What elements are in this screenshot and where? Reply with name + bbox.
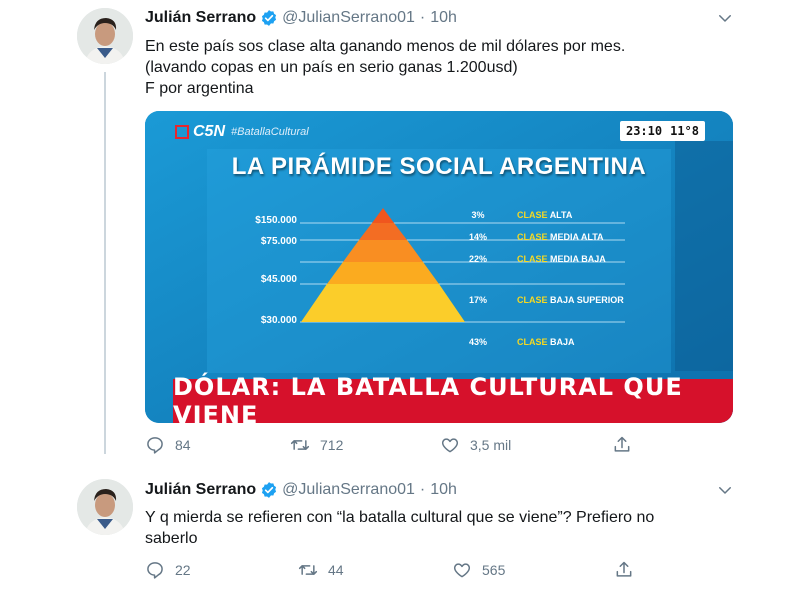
tweet-header: Julián Serrano @JulianSerrano01 · 10h	[145, 479, 457, 501]
percent-label: 14%	[468, 232, 487, 242]
reply-count: 22	[175, 562, 191, 578]
price-label: $150.000	[255, 215, 297, 226]
tweet-media-image[interactable]: C5N #BatallaCultural 23:10 11°8 LA PIRÁM…	[145, 111, 733, 423]
handle[interactable]: @JulianSerrano01	[282, 9, 415, 27]
tweet-text-line: F por argentina	[145, 80, 254, 97]
like-count: 3,5 mil	[470, 437, 512, 453]
timestamp[interactable]: 10h	[430, 481, 457, 499]
heart-icon	[453, 563, 471, 578]
class-name: ALTA	[549, 210, 573, 220]
retweet-button[interactable]: 712	[290, 435, 343, 455]
chevron-down-icon[interactable]	[716, 9, 734, 27]
retweet-count: 44	[328, 562, 344, 578]
percent-label: 43%	[468, 337, 487, 347]
tweet-header: Julián Serrano @JulianSerrano01 · 10h	[145, 7, 457, 29]
display-name[interactable]: Julián Serrano	[145, 481, 256, 499]
percent-label: 17%	[468, 295, 487, 305]
verified-badge-icon	[262, 482, 277, 498]
tweet-text-line: En este país sos clase alta ganando meno…	[145, 38, 626, 55]
share-icon	[614, 436, 630, 452]
reply-button[interactable]: 22	[145, 560, 191, 580]
class-word: CLASE	[517, 254, 548, 264]
tweet-text-line: saberlo	[145, 530, 198, 547]
share-button[interactable]	[612, 435, 642, 455]
handle[interactable]: @JulianSerrano01	[282, 481, 415, 499]
thread-line	[104, 72, 106, 454]
class-label: CLASE BAJA	[517, 337, 575, 347]
tweet-1[interactable]: Julián Serrano @JulianSerrano01 · 10h En…	[0, 0, 800, 460]
headline-banner: DÓLAR: LA BATALLA CULTURAL QUE VIENE	[173, 373, 733, 423]
like-count: 565	[482, 562, 506, 578]
chevron-down-icon[interactable]	[716, 481, 734, 499]
tweet-text: Y q mierda se refieren con “la batalla c…	[145, 507, 725, 549]
share-icon	[616, 561, 632, 577]
class-label: CLASE BAJA SUPERIOR	[517, 295, 624, 305]
retweet-icon	[290, 440, 310, 450]
tweet-text-line: (lavando copas en un país en serio ganas…	[145, 59, 518, 76]
reply-icon	[147, 562, 163, 579]
tweet-2[interactable]: Julián Serrano @JulianSerrano01 · 10h Y …	[0, 460, 800, 600]
class-name: MEDIA BAJA	[550, 254, 606, 264]
display-name[interactable]: Julián Serrano	[145, 9, 256, 27]
separator-dot: ·	[419, 481, 426, 498]
class-label: CLASE MEDIA BAJA	[517, 254, 606, 264]
like-button[interactable]: 565	[452, 560, 505, 580]
class-name: BAJA	[550, 337, 575, 347]
verified-badge-icon	[262, 10, 277, 26]
timestamp[interactable]: 10h	[430, 9, 457, 27]
reply-button[interactable]: 84	[145, 435, 191, 455]
percent-label: 22%	[468, 254, 487, 264]
tweet-text-line: Y q mierda se refieren con “la batalla c…	[145, 509, 655, 526]
tweet-actions: 84 712 3,5 mil	[145, 435, 645, 457]
class-word: CLASE	[517, 337, 548, 347]
separator-dot: ·	[419, 9, 426, 26]
reply-count: 84	[175, 437, 191, 453]
avatar[interactable]	[77, 479, 133, 535]
price-label: $45.000	[260, 274, 297, 285]
like-button[interactable]: 3,5 mil	[440, 435, 511, 455]
class-label: CLASE ALTA	[517, 210, 572, 220]
retweet-icon	[298, 565, 318, 575]
price-label: $75.000	[260, 236, 297, 247]
price-label: $30.000	[260, 315, 297, 326]
class-word: CLASE	[517, 232, 548, 242]
class-word: CLASE	[517, 295, 548, 305]
retweet-button[interactable]: 44	[298, 560, 344, 580]
class-name: BAJA SUPERIOR	[550, 295, 624, 305]
reply-icon	[147, 437, 163, 454]
retweet-count: 712	[320, 437, 344, 453]
class-name: MEDIA ALTA	[550, 232, 604, 242]
tweet-text: En este país sos clase alta ganando meno…	[145, 36, 725, 99]
class-word: CLASE	[517, 210, 548, 220]
percent-label: 3%	[471, 210, 485, 220]
class-label: CLASE MEDIA ALTA	[517, 232, 604, 242]
avatar[interactable]	[77, 8, 133, 64]
heart-icon	[441, 438, 459, 453]
share-button[interactable]	[614, 560, 644, 580]
tweet-actions: 22 44 565	[145, 560, 645, 582]
